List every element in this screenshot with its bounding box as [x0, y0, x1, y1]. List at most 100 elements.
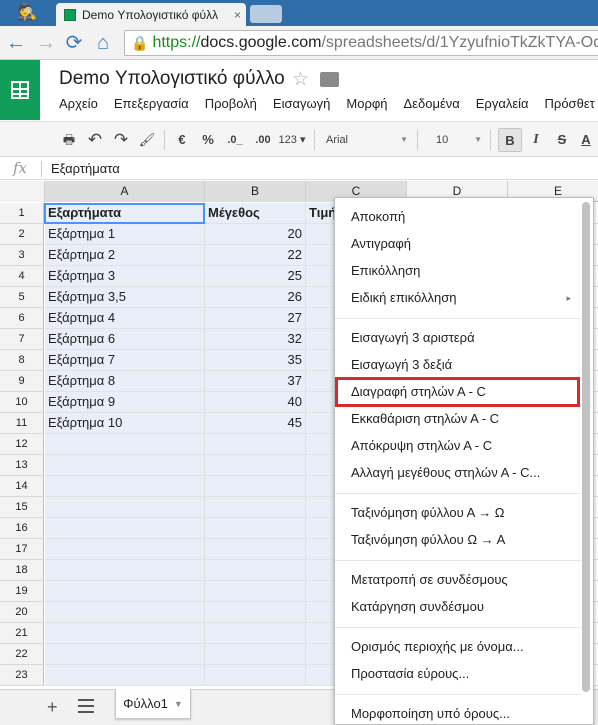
more-formats-button[interactable]: 123 ▾: [276, 128, 308, 152]
undo-icon[interactable]: ↶: [84, 128, 106, 152]
address-bar[interactable]: 🔒 https:// docs.google.com /spreadsheets…: [124, 30, 598, 56]
row-header[interactable]: 5: [0, 287, 44, 308]
document-title[interactable]: Demo Υπολογιστικό φύλλο: [59, 68, 285, 90]
row-header[interactable]: 6: [0, 308, 44, 329]
menu-data[interactable]: Δεδομένα: [404, 96, 460, 111]
currency-format-button[interactable]: €: [172, 128, 192, 152]
row-header[interactable]: 21: [0, 623, 44, 644]
menu-format[interactable]: Μορφή: [346, 96, 387, 111]
grid-cell[interactable]: Εξάρτημα 3,5: [45, 287, 205, 308]
row-header[interactable]: 22: [0, 644, 44, 665]
row-header[interactable]: 13: [0, 455, 44, 476]
grid-cell[interactable]: [45, 497, 205, 518]
grid-cell[interactable]: [205, 455, 306, 476]
context-menu-item[interactable]: Αλλαγή μεγέθους στηλών Α - C...: [335, 460, 581, 486]
context-menu-item[interactable]: Απόκρυψη στηλών Α - C: [335, 433, 581, 459]
grid-cell[interactable]: [45, 539, 205, 560]
tab-close-icon[interactable]: ×: [234, 8, 241, 22]
grid-cell[interactable]: [45, 476, 205, 497]
grid-cell[interactable]: [45, 518, 205, 539]
context-menu-scrollbar[interactable]: [582, 202, 590, 692]
context-menu-item[interactable]: Εισαγωγή 3 αριστερά: [335, 325, 581, 351]
grid-cell[interactable]: 26: [205, 287, 306, 308]
grid-cell[interactable]: [45, 560, 205, 581]
row-header[interactable]: 17: [0, 539, 44, 560]
row-header[interactable]: 14: [0, 476, 44, 497]
text-color-button[interactable]: A: [576, 128, 596, 152]
print-icon[interactable]: 🖶: [58, 128, 80, 152]
italic-button[interactable]: I: [526, 128, 546, 152]
font-size-select[interactable]: 10 ▼: [424, 128, 486, 152]
increase-decimals-button[interactable]: .00: [250, 128, 276, 152]
select-all-corner[interactable]: [0, 181, 45, 202]
grid-cell[interactable]: [45, 665, 205, 686]
grid-cell[interactable]: 40: [205, 392, 306, 413]
menu-insert[interactable]: Εισαγωγή: [273, 96, 330, 111]
row-header[interactable]: 2: [0, 224, 44, 245]
grid-cell[interactable]: [205, 434, 306, 455]
context-menu-item[interactable]: Μορφοποίηση υπό όρους...: [335, 701, 581, 724]
grid-cell[interactable]: [205, 602, 306, 623]
menu-edit[interactable]: Επεξεργασία: [114, 96, 189, 111]
forward-arrow-icon[interactable]: →: [34, 31, 58, 55]
percent-format-button[interactable]: %: [198, 128, 218, 152]
browser-tab-active[interactable]: Demo Υπολογιστικό φύλλ ×: [56, 3, 246, 26]
paint-format-icon[interactable]: 🖌: [136, 128, 158, 152]
row-header[interactable]: 23: [0, 665, 44, 686]
row-header[interactable]: 16: [0, 518, 44, 539]
grid-cell[interactable]: [45, 602, 205, 623]
row-header[interactable]: 20: [0, 602, 44, 623]
row-header[interactable]: 12: [0, 434, 44, 455]
grid-cell[interactable]: [205, 644, 306, 665]
star-icon[interactable]: ☆: [292, 68, 309, 91]
grid-cell[interactable]: Εξάρτημα 2: [45, 245, 205, 266]
grid-cell[interactable]: [205, 623, 306, 644]
grid-cell[interactable]: Εξάρτημα 9: [45, 392, 205, 413]
column-header-b[interactable]: B: [205, 181, 306, 202]
menu-addons[interactable]: Πρόσθετ: [545, 96, 595, 111]
grid-cell[interactable]: [45, 581, 205, 602]
row-header[interactable]: 11: [0, 413, 44, 434]
context-menu-item[interactable]: Ειδική επικόλληση ▸: [335, 285, 581, 311]
grid-cell[interactable]: [45, 455, 205, 476]
row-header[interactable]: 4: [0, 266, 44, 287]
grid-cell[interactable]: [205, 476, 306, 497]
grid-cell[interactable]: Εξάρτημα 3: [45, 266, 205, 287]
grid-cell[interactable]: [45, 434, 205, 455]
grid-cell[interactable]: [205, 581, 306, 602]
context-menu-item[interactable]: Επικόλληση: [335, 258, 581, 284]
context-menu-item[interactable]: Μετατροπή σε συνδέσμους: [335, 567, 581, 593]
grid-cell[interactable]: 22: [205, 245, 306, 266]
row-header[interactable]: 10: [0, 392, 44, 413]
sheets-logo-icon[interactable]: [0, 60, 40, 120]
grid-cell[interactable]: [205, 497, 306, 518]
grid-cell[interactable]: 35: [205, 350, 306, 371]
row-header[interactable]: 8: [0, 350, 44, 371]
context-menu-item[interactable]: Εισαγωγή 3 δεξιά: [335, 352, 581, 378]
grid-cell[interactable]: [205, 665, 306, 686]
home-icon[interactable]: ⌂: [91, 31, 115, 55]
grid-cell[interactable]: Εξάρτημα 4: [45, 308, 205, 329]
decrease-decimals-button[interactable]: .0_: [222, 128, 248, 152]
strikethrough-button[interactable]: S: [552, 128, 572, 152]
formula-input[interactable]: Εξαρτήματα: [51, 161, 120, 176]
grid-cell[interactable]: Εξάρτημα 1: [45, 224, 205, 245]
grid-cell[interactable]: [45, 644, 205, 665]
grid-cell[interactable]: [45, 623, 205, 644]
sheet-tab-dropdown-icon[interactable]: ▼: [174, 699, 183, 709]
column-header-a[interactable]: A: [45, 181, 205, 202]
reload-icon[interactable]: ⟳: [62, 31, 86, 55]
grid-cell[interactable]: 37: [205, 371, 306, 392]
grid-cell[interactable]: Εξάρτημα 7: [45, 350, 205, 371]
menu-tools[interactable]: Εργαλεία: [476, 96, 529, 111]
grid-cell[interactable]: Μέγεθος: [205, 203, 306, 224]
context-menu-item[interactable]: Ταξινόμηση φύλλου Α → Ω: [335, 500, 581, 526]
new-tab-button[interactable]: [250, 5, 282, 23]
grid-cell[interactable]: 45: [205, 413, 306, 434]
grid-cell[interactable]: Εξάρτημα 8: [45, 371, 205, 392]
row-header[interactable]: 15: [0, 497, 44, 518]
font-family-select[interactable]: Arial ▼: [322, 128, 410, 152]
context-menu-item[interactable]: Προστασία εύρους...: [335, 661, 581, 687]
back-arrow-icon[interactable]: ←: [4, 31, 28, 55]
sheet-tab-active[interactable]: Φύλλο1 ▼: [115, 689, 191, 719]
